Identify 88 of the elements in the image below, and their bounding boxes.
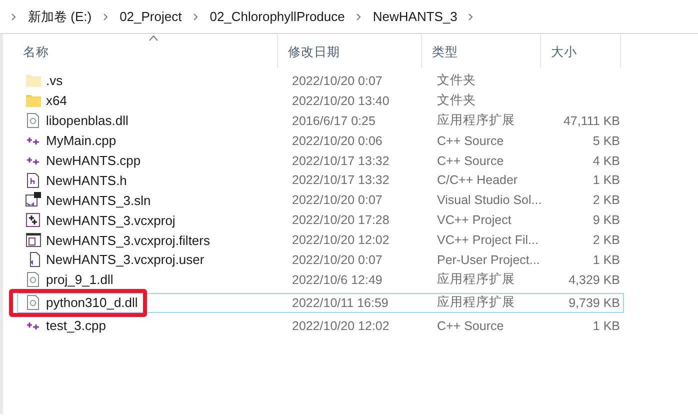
file-size: 4,329 KB <box>568 272 621 287</box>
chevron-icon[interactable] <box>354 12 363 20</box>
file-row[interactable]: libopenblas.dll 2016/6/17 0:25 应用程序扩展 47,111 KB <box>17 110 624 131</box>
column-header[interactable]: 大小 <box>541 34 621 68</box>
header-file-icon <box>27 172 39 188</box>
file-row[interactable]: NewHANTS_3.sln 2022/10/20 0:07 Visual Studio Sol... 2 KB <box>17 190 624 210</box>
file-row[interactable]: test_3.cpp 2022/10/20 12:02 C++ Source 1 KB <box>17 316 624 336</box>
breadcrumb-item[interactable]: 02_Project <box>116 9 186 24</box>
chevron-icon[interactable] <box>467 12 476 20</box>
file-row[interactable]: NewHANTS_3.vcxproj.user 2022/10/20 0:07 Per-User Project... 1 KB <box>17 250 624 270</box>
file-name: NewHANTS_3.sln <box>46 192 151 208</box>
column-header[interactable]: 类型 <box>422 34 541 68</box>
column-header[interactable]: 名称 <box>13 34 278 68</box>
file-row[interactable]: MyMain.cpp 2022/10/20 0:06 C++ Source 5 KB <box>17 130 624 151</box>
plus-plus-icon <box>26 320 40 331</box>
modified-date: 2022/10/6 12:49 <box>291 272 384 287</box>
file-name: NewHANTS.cpp <box>46 153 141 168</box>
modified-date: 2022/10/20 0:07 <box>291 74 384 88</box>
file-row[interactable]: NewHANTS.cpp 2022/10/17 13:32 C++ Source 4 KB <box>17 150 624 170</box>
file-row[interactable]: NewHANTS_3.vcxproj.filters 2022/10/20 12:02 VC++ Project Fil... 2 KB <box>17 230 624 250</box>
file-name: proj_9_1.dll <box>46 272 114 288</box>
file-type: 应用程序扩展 <box>436 294 516 312</box>
file-size: 1 KB <box>592 252 621 267</box>
chevron-icon <box>10 12 18 20</box>
file-row[interactable]: proj_9_1.dll 2022/10/6 12:49 应用程序扩展 4,329 KB <box>17 270 624 290</box>
file-type: C++ Source <box>436 154 505 168</box>
file-type: C/C++ Header <box>436 173 519 188</box>
file-type: 应用程序扩展 <box>436 271 516 288</box>
file-size: 1 KB <box>592 318 621 333</box>
file-type: Per-User Project... <box>436 252 541 267</box>
modified-date: 2022/10/20 12:02 <box>291 233 390 248</box>
file-name: NewHANTS.h <box>46 172 127 188</box>
file-name: MyMain.cpp <box>46 133 116 148</box>
modified-date: 2022/10/20 0:07 <box>291 193 384 208</box>
project-icon <box>26 213 40 228</box>
modified-date: 2022/10/17 13:32 <box>291 154 390 168</box>
file-row[interactable]: NewHANTS.h 2022/10/17 13:32 C/C++ Header 1 KB <box>17 170 624 190</box>
breadcrumb-item[interactable]: 02_ChlorophyllProduce <box>206 9 349 24</box>
breadcrumb-item[interactable]: NewHANTS_3 <box>368 9 462 24</box>
gear-file-icon <box>27 295 39 310</box>
breadcrumb-item[interactable]: 新加卷 (E:) <box>24 8 96 26</box>
file-size: 2 KB <box>592 233 621 248</box>
file-row[interactable]: .vs 2022/10/20 0:07 文件夹 <box>17 71 624 91</box>
modified-date: 2022/10/11 16:59 <box>291 296 390 310</box>
file-size: 2 KB <box>592 193 621 208</box>
modified-date: 2022/10/20 12:02 <box>291 318 390 333</box>
folder-icon <box>26 94 40 108</box>
file-name: python310_d.dll <box>46 295 138 310</box>
file-type: C++ Source <box>436 318 505 333</box>
file-type: VC++ Project Fil... <box>436 233 540 248</box>
file-type: 应用程序扩展 <box>436 112 516 130</box>
document-icon <box>26 233 40 248</box>
file-type: 文件夹 <box>436 92 477 110</box>
file-type: 文件夹 <box>436 72 477 90</box>
folder-icon <box>26 74 40 88</box>
file-name: NewHANTS_3.vcxproj <box>46 212 176 228</box>
gear-file-icon <box>27 113 39 128</box>
modified-date: 2022/10/20 13:40 <box>291 94 390 108</box>
modified-date: 2022/10/20 17:28 <box>291 213 390 228</box>
file-name: NewHANTS_3.vcxproj.user <box>46 252 204 268</box>
file-name: .vs <box>46 73 63 88</box>
file-size: 4 KB <box>592 154 621 168</box>
file-name: NewHANTS_3.vcxproj.filters <box>46 232 210 248</box>
chevron-icon[interactable] <box>192 12 200 20</box>
gear-file-icon <box>27 272 39 288</box>
file-name: libopenblas.dll <box>46 113 128 128</box>
chevron-icon[interactable] <box>102 12 110 20</box>
plus-plus-icon <box>26 156 40 166</box>
modified-date: 2022/10/20 0:06 <box>291 134 384 148</box>
solution-icon <box>25 192 41 208</box>
file-type: VC++ Project <box>436 213 512 228</box>
file-type: Visual Studio Sol... <box>436 193 543 208</box>
plus-plus-icon <box>26 136 40 146</box>
file-size: 47,111 KB <box>562 114 621 128</box>
sort-caret-icon <box>149 35 158 41</box>
file-row[interactable]: x64 2022/10/20 13:40 文件夹 <box>17 90 624 111</box>
modified-date: 2016/6/17 0:25 <box>291 114 376 128</box>
modified-date: 2022/10/20 0:07 <box>291 252 384 267</box>
column-header[interactable]: 修改日期 <box>278 34 422 68</box>
file-size: 9,739 KB <box>568 296 621 310</box>
modified-date: 2022/10/17 13:32 <box>291 173 390 188</box>
file-size: 5 KB <box>592 134 621 148</box>
file-size: 9 KB <box>592 213 621 228</box>
file-row[interactable]: NewHANTS_3.vcxproj 2022/10/20 17:28 VC++ Project 9 KB <box>17 210 624 230</box>
file-type: C++ Source <box>436 134 505 148</box>
file-name: test_3.cpp <box>46 318 106 334</box>
file-name: x64 <box>46 93 67 108</box>
file-size: 1 KB <box>592 173 621 188</box>
